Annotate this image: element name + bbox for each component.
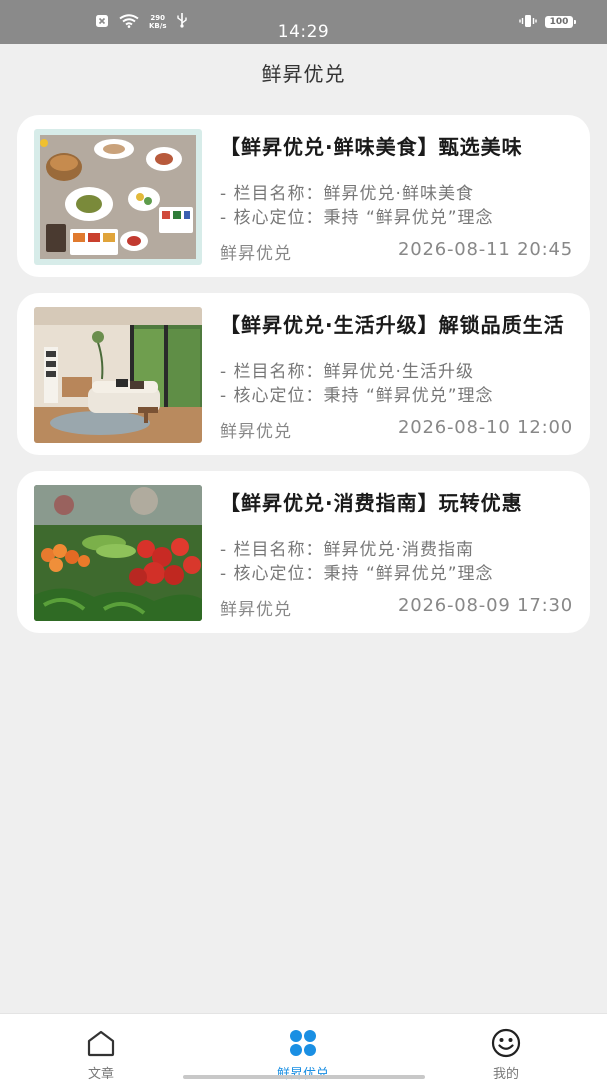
app-screen: 290 KB/s 14:29 100 鲜昇优兑 【鲜昇优兑·鲜味美食】甄选美味 …	[0, 0, 607, 1080]
article-summary-line-2: - 核心定位：秉持 “鲜昇优兑”理念	[220, 208, 494, 228]
page-title: 鲜昇优兑	[261, 62, 346, 86]
nav-item-articles[interactable]: 文章	[41, 1014, 161, 1080]
article-thumbnail-livingroom	[34, 307, 202, 443]
bottom-nav: 文章 鲜昇优兑 我的	[0, 1013, 607, 1080]
article-summary-line-2: - 核心定位：秉持 “鲜昇优兑”理念	[220, 564, 494, 584]
article-title[interactable]: 【鲜昇优兑·鲜味美食】甄选美味	[220, 131, 576, 160]
article-card[interactable]: 【鲜昇优兑·消费指南】玩转优惠 - 栏目名称：鲜昇优兑·消费指南 - 核心定位：…	[17, 471, 590, 633]
smiley-icon	[490, 1027, 522, 1059]
article-summary-line-2: - 核心定位：秉持 “鲜昇优兑”理念	[220, 386, 494, 406]
article-source: 鲜昇优兑	[220, 244, 292, 264]
article-title[interactable]: 【鲜昇优兑·消费指南】玩转优惠	[220, 487, 576, 516]
article-source: 鲜昇优兑	[220, 422, 292, 442]
article-title[interactable]: 【鲜昇优兑·生活升级】解锁品质生活	[220, 309, 576, 338]
article-summary-line-1: - 栏目名称：鲜昇优兑·生活升级	[220, 362, 474, 382]
status-bar: 290 KB/s 14:29 100	[0, 0, 607, 44]
article-summary-line-1: - 栏目名称：鲜昇优兑·消费指南	[220, 540, 474, 560]
article-card[interactable]: 【鲜昇优兑·鲜味美食】甄选美味 - 栏目名称：鲜昇优兑·鲜味美食 - 核心定位：…	[17, 115, 590, 277]
article-source: 鲜昇优兑	[220, 600, 292, 620]
article-date: 2026-08-09 17:30	[397, 595, 573, 616]
battery-indicator: 100	[545, 16, 576, 28]
article-thumbnail-vegetables	[34, 485, 202, 621]
home-indicator-bar[interactable]	[183, 1075, 425, 1079]
nav-item-mine[interactable]: 我的	[446, 1014, 566, 1080]
status-time: 14:29	[0, 0, 607, 44]
article-date: 2026-08-11 20:45	[397, 239, 573, 260]
nav-label: 我的	[492, 1067, 519, 1080]
nav-item-xianshengyoudui[interactable]: 鲜昇优兑	[243, 1014, 363, 1080]
article-thumbnail-food	[34, 129, 202, 265]
article-date: 2026-08-10 12:00	[397, 417, 573, 438]
article-summary-line-1: - 栏目名称：鲜昇优兑·鲜味美食	[220, 184, 474, 204]
status-right-icons: 100	[519, 0, 576, 44]
clock-text: 14:29	[277, 22, 330, 42]
home-icon	[85, 1027, 117, 1059]
nav-label: 文章	[87, 1067, 114, 1080]
article-card[interactable]: 【鲜昇优兑·生活升级】解锁品质生活 - 栏目名称：鲜昇优兑·生活升级 - 核心定…	[17, 293, 590, 455]
clover-icon	[287, 1027, 319, 1059]
vibrate-icon	[519, 13, 537, 32]
